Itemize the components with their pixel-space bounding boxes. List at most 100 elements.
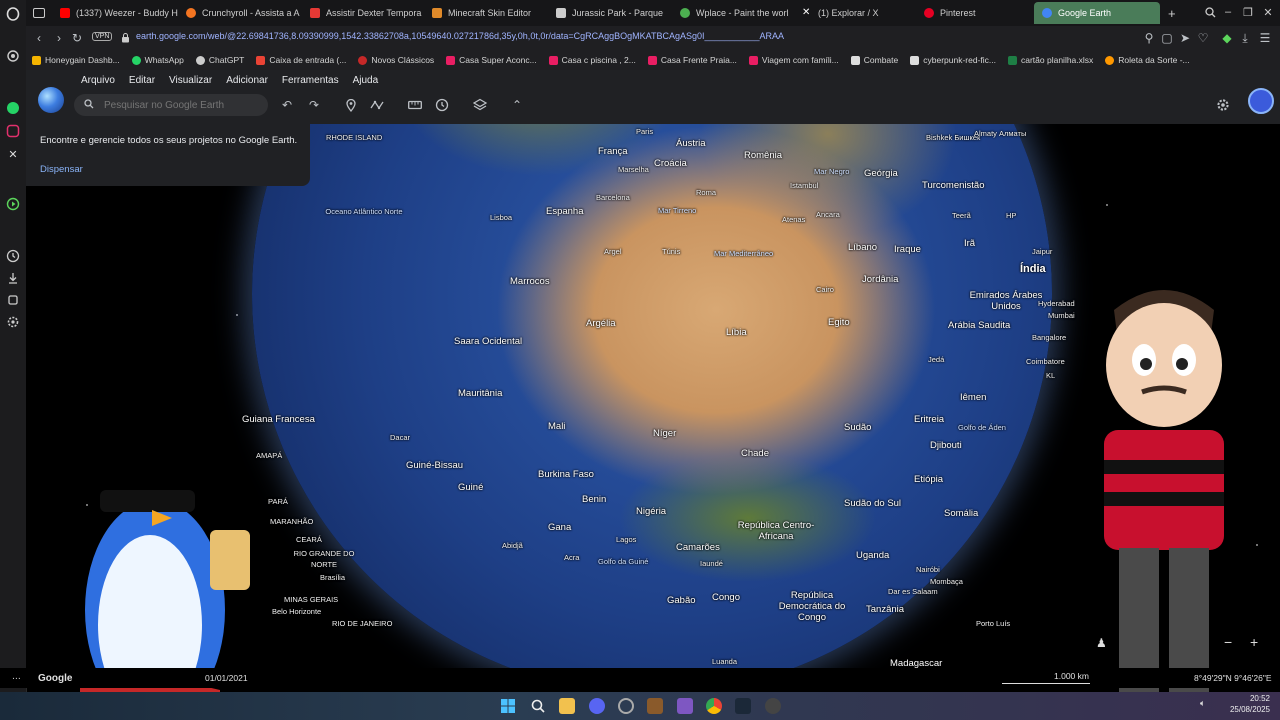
opera-icon[interactable] bbox=[618, 698, 634, 714]
settings-icon[interactable] bbox=[1216, 98, 1230, 112]
map-label[interactable]: Congo bbox=[712, 592, 740, 603]
tab-crunchyroll[interactable]: Crunchyroll - Assista a A bbox=[178, 2, 302, 24]
zoom-in-button[interactable]: + bbox=[1250, 634, 1258, 650]
player-icon[interactable] bbox=[5, 196, 21, 212]
minimize-icon[interactable]: – bbox=[1222, 6, 1234, 18]
search-icon[interactable] bbox=[530, 698, 546, 714]
map-label[interactable]: Jedá bbox=[928, 354, 944, 365]
map-label[interactable]: Croácia bbox=[654, 158, 687, 169]
map-label[interactable]: Roma bbox=[696, 187, 716, 198]
search-box[interactable] bbox=[74, 94, 268, 116]
map-label[interactable]: Gana bbox=[548, 522, 571, 533]
map-label[interactable]: Guiné-Bissau bbox=[406, 460, 463, 471]
map-label[interactable]: MARANHÃO bbox=[270, 516, 313, 527]
search-input[interactable] bbox=[102, 98, 266, 112]
forward-icon[interactable]: › bbox=[52, 31, 66, 45]
clock-time[interactable]: 20:52 bbox=[1226, 694, 1270, 703]
map-label[interactable]: Teerã bbox=[952, 210, 971, 221]
avatar[interactable] bbox=[1248, 88, 1274, 114]
dismiss-button[interactable]: Dispensar bbox=[40, 164, 83, 175]
chrome-icon[interactable] bbox=[706, 698, 722, 714]
map-label[interactable]: RIO GRANDE DO NORTE bbox=[284, 548, 364, 570]
downloads-icon[interactable]: ⤓ bbox=[1238, 31, 1252, 45]
back-icon[interactable]: ‹ bbox=[32, 31, 46, 45]
snapshot-icon[interactable]: ▢ bbox=[1160, 31, 1174, 45]
map-label[interactable]: Saara Ocidental bbox=[454, 336, 522, 347]
map-label[interactable]: RIO DE JANEIRO bbox=[332, 618, 392, 629]
map-label[interactable]: Romênia bbox=[744, 150, 782, 161]
windows-start-icon[interactable] bbox=[500, 698, 516, 714]
bookmark-honeygain[interactable]: Honeygain Dashb... bbox=[26, 55, 126, 65]
bookmark-casa-piscina[interactable]: Casa c piscina , 2... bbox=[543, 55, 642, 65]
redo-icon[interactable]: ↷ bbox=[307, 98, 321, 112]
map-label[interactable]: Acra bbox=[564, 552, 579, 563]
tab-jurassic-park[interactable]: Jurassic Park - Parque bbox=[548, 2, 672, 24]
map-label[interactable]: Istambul bbox=[790, 180, 818, 191]
map-label[interactable]: Espanha bbox=[546, 206, 584, 217]
history-imagery-icon[interactable] bbox=[435, 98, 449, 112]
clock-date[interactable]: 25/08/2025 bbox=[1226, 705, 1270, 714]
map-label[interactable]: Almaty Алматы bbox=[974, 128, 1026, 139]
map-label[interactable]: Tanzânia bbox=[866, 604, 904, 615]
bookmark-chatgpt[interactable]: ChatGPT bbox=[190, 55, 250, 65]
tab-menu-icon[interactable] bbox=[26, 2, 52, 24]
map-label[interactable]: Guiana Francesa bbox=[242, 414, 315, 425]
map-label[interactable]: PARÁ bbox=[268, 496, 288, 507]
map-label[interactable]: Egito bbox=[828, 317, 850, 328]
map-label[interactable]: Índia bbox=[1020, 264, 1046, 275]
menu-adicionar[interactable]: Adicionar bbox=[219, 75, 275, 86]
path-icon[interactable] bbox=[370, 98, 384, 112]
download-icon[interactable] bbox=[5, 270, 21, 286]
menu-icon[interactable]: ☰ bbox=[1258, 31, 1272, 45]
menu-arquivo[interactable]: Arquivo bbox=[74, 75, 122, 86]
search-tabs-icon[interactable] bbox=[1204, 6, 1216, 18]
map-label[interactable]: Nigéria bbox=[636, 506, 666, 517]
steam-icon[interactable] bbox=[735, 698, 751, 714]
bookmark-combate[interactable]: Combate bbox=[845, 55, 905, 65]
more-options-icon[interactable]: ⋯ bbox=[12, 673, 21, 684]
map-label[interactable]: França bbox=[598, 146, 628, 157]
x-icon[interactable]: ✕ bbox=[5, 146, 21, 162]
tab-google-earth[interactable]: Google Earth bbox=[1034, 2, 1160, 24]
map-label[interactable]: Paris bbox=[636, 126, 653, 137]
aria-icon[interactable] bbox=[5, 48, 21, 64]
map-label[interactable]: Mar Mediterrâneo bbox=[714, 248, 773, 259]
map-label[interactable]: Argélia bbox=[586, 318, 616, 329]
map-label[interactable]: Hyderabad bbox=[1038, 298, 1075, 309]
map-label[interactable]: Níger bbox=[653, 428, 676, 439]
map-label[interactable]: Iaundé bbox=[700, 558, 723, 569]
maximize-icon[interactable]: ❐ bbox=[1242, 6, 1254, 19]
app-icon[interactable] bbox=[765, 698, 781, 714]
ruler-icon[interactable] bbox=[408, 98, 422, 112]
map-label[interactable]: Mauritânia bbox=[458, 388, 502, 399]
map-label[interactable]: Geórgia bbox=[864, 168, 898, 179]
map-label[interactable]: Coimbatore bbox=[1026, 356, 1065, 367]
wallet-icon[interactable]: ◆ bbox=[1220, 31, 1234, 45]
app-icon[interactable] bbox=[677, 698, 693, 714]
close-icon[interactable]: ✕ bbox=[1262, 6, 1274, 19]
bookmark-cartao-planilha[interactable]: cartão planilha.xlsx bbox=[1002, 55, 1099, 65]
whatsapp-icon[interactable] bbox=[5, 100, 21, 116]
undo-icon[interactable]: ↶ bbox=[280, 98, 294, 112]
map-label[interactable]: Argel bbox=[604, 246, 622, 257]
tab-dexter[interactable]: Assistir Dexter Tempora bbox=[302, 2, 424, 24]
map-label[interactable]: Líbia bbox=[726, 327, 747, 338]
bookmark-cyberpunk[interactable]: cyberpunk-red-fic... bbox=[904, 55, 1002, 65]
map-label[interactable]: Barcelona bbox=[596, 192, 630, 203]
map-label[interactable]: Eritreia bbox=[914, 414, 944, 425]
placemark-icon[interactable] bbox=[344, 98, 358, 112]
map-label[interactable]: Golfo da Guiné bbox=[598, 556, 648, 567]
menu-editar[interactable]: Editar bbox=[122, 75, 162, 86]
map-label[interactable]: Jordânia bbox=[862, 274, 898, 285]
map-label[interactable]: Bangalore bbox=[1032, 332, 1066, 343]
file-explorer-icon[interactable] bbox=[559, 698, 575, 714]
map-label[interactable]: CEARÁ bbox=[296, 534, 322, 545]
map-label[interactable]: Burkina Faso bbox=[538, 469, 594, 480]
map-label[interactable]: Luanda bbox=[712, 656, 737, 667]
discord-icon[interactable] bbox=[589, 698, 605, 714]
layers-icon[interactable] bbox=[473, 98, 487, 112]
map-label[interactable]: MINAS GERAIS bbox=[284, 594, 338, 605]
imagery-date[interactable]: 01/01/2021 bbox=[205, 673, 248, 683]
map-label[interactable]: Belo Horizonte bbox=[272, 606, 321, 617]
map-label[interactable]: Uganda bbox=[856, 550, 889, 561]
